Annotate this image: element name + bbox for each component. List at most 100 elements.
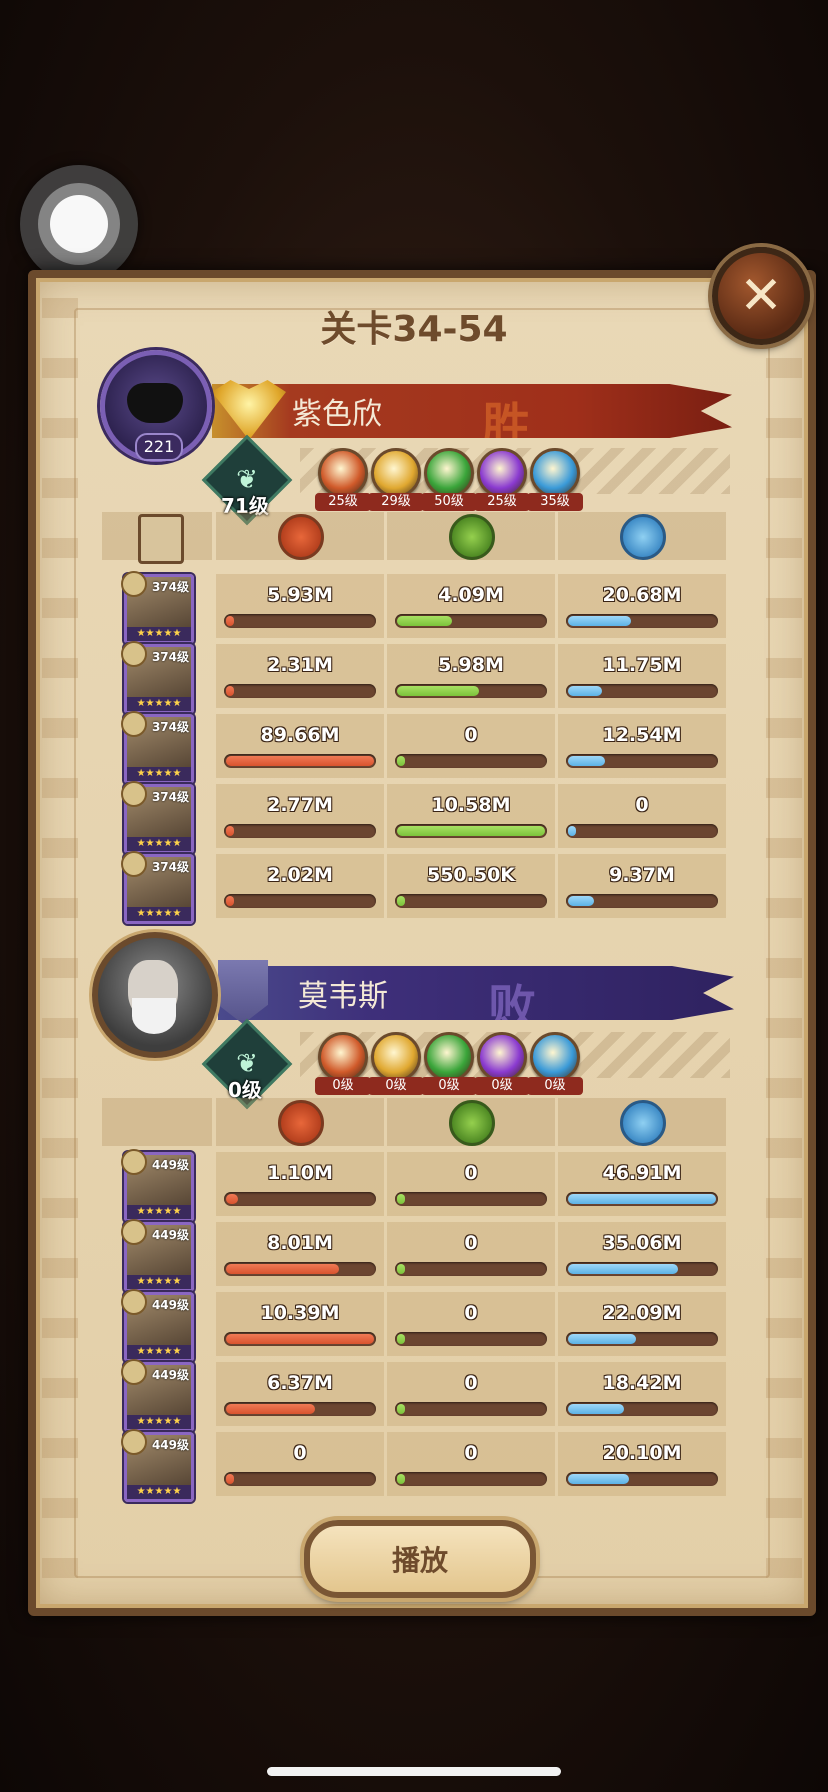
stat-bar-shield (566, 894, 718, 908)
hero-portrait[interactable]: 374级 ★★★★★ (121, 571, 194, 644)
stat-bar-fill-heal (397, 1264, 405, 1274)
star-rating-icon: ★★★★★ (127, 907, 191, 921)
signature-item-icon (121, 641, 147, 667)
star-rating-icon: ★★★★★ (127, 767, 191, 781)
stat-bar-heal (395, 1472, 547, 1486)
stat-bar-shield (566, 1472, 718, 1486)
stat-cell-shield: 22.09M (558, 1292, 726, 1356)
stat-bar-fill-heal (397, 616, 452, 626)
table-header-cell (102, 512, 212, 564)
star-rating-icon: ★★★★★ (127, 1485, 191, 1499)
stat-cell-heal: 550.50K (387, 854, 555, 918)
play-button[interactable]: 播放 (304, 1520, 536, 1598)
signature-item-icon (121, 1149, 147, 1175)
doc-icon[interactable] (138, 514, 184, 564)
hero-level: 374级 (151, 720, 189, 734)
hero-portrait[interactable]: 374级 ★★★★★ (121, 641, 194, 714)
stat-bar-heal (395, 1192, 547, 1206)
shield-icon (620, 514, 666, 560)
hero-level: 374级 (151, 860, 189, 874)
faction-level: 0级 (527, 1077, 583, 1095)
hero-portrait[interactable]: 374级 ★★★★★ (121, 781, 194, 854)
home-indicator[interactable] (267, 1767, 561, 1776)
stat-cell-dmg: 6.37M (216, 1362, 384, 1426)
shield-icon (620, 1100, 666, 1146)
panel-border-decoration (766, 298, 802, 1588)
stat-bar-heal (395, 1262, 547, 1276)
faction-mauler-icon: 29级 (368, 448, 424, 511)
hero-portrait[interactable]: 374级 ★★★★★ (121, 851, 194, 924)
faction-level: 0级 (315, 1077, 371, 1095)
stat-value-heal: 0 (464, 1302, 478, 1324)
stat-bar-heal (395, 684, 547, 698)
stat-cell-dmg: 10.39M (216, 1292, 384, 1356)
heart-hands-icon (127, 383, 183, 423)
stat-bar-fill-dmg (226, 1194, 239, 1204)
stat-value-heal: 0 (464, 724, 478, 746)
stat-value-dmg: 5.93M (267, 584, 333, 606)
faction-level: 25级 (474, 493, 530, 511)
star-rating-icon: ★★★★★ (127, 627, 191, 641)
stat-bar-fill-heal (397, 1194, 405, 1204)
stat-cell-heal: 0 (387, 714, 555, 778)
stat-cell-shield: 20.10M (558, 1432, 726, 1496)
stat-value-heal: 4.09M (438, 584, 504, 606)
stat-value-heal: 0 (464, 1162, 478, 1184)
hero-portrait[interactable]: 449级 ★★★★★ (121, 1429, 194, 1502)
stat-bar-fill-dmg (226, 616, 234, 626)
stat-bar-shield (566, 824, 718, 838)
hero-portrait[interactable]: 449级 ★★★★★ (121, 1149, 194, 1222)
stat-cell-dmg: 2.02M (216, 854, 384, 918)
stat-bar-shield (566, 684, 718, 698)
team1-name: 紫色欣 (292, 397, 382, 432)
stat-cell-dmg: 89.66M (216, 714, 384, 778)
table-header-cell (558, 512, 726, 560)
stat-bar-dmg (224, 824, 376, 838)
hero-level: 449级 (151, 1228, 189, 1242)
team1-avatar[interactable]: 221 (100, 350, 212, 462)
stat-bar-dmg (224, 684, 376, 698)
hero-portrait[interactable]: 449级 ★★★★★ (121, 1289, 194, 1362)
stat-bar-heal (395, 754, 547, 768)
faction-level: 0级 (474, 1077, 530, 1095)
stat-cell-heal: 0 (387, 1432, 555, 1496)
stat-bar-fill-dmg (226, 686, 234, 696)
stat-value-shield: 20.68M (602, 584, 682, 606)
stat-value-dmg: 6.37M (267, 1372, 333, 1394)
faction-wilder-icon: 50级 (421, 448, 477, 511)
stat-bar-fill-shield (568, 1194, 716, 1204)
team2-avatar[interactable] (92, 932, 218, 1058)
signature-item-icon (121, 571, 147, 597)
stat-bar-fill-dmg (226, 1474, 234, 1484)
stat-bar-fill-shield (568, 896, 595, 906)
hero-portrait[interactable]: 449级 ★★★★★ (121, 1359, 194, 1432)
hero-level: 374级 (151, 580, 189, 594)
stat-bar-fill-dmg (226, 1404, 316, 1414)
team1-banner: 紫色欣 胜 (212, 384, 732, 438)
stat-cell-heal: 4.09M (387, 574, 555, 638)
faction-lightbearer-icon: 25级 (315, 448, 371, 511)
table-header-cell (216, 512, 384, 560)
stat-bar-fill-heal (397, 826, 545, 836)
stat-value-shield: 11.75M (602, 654, 682, 676)
stat-value-shield: 22.09M (602, 1302, 682, 1324)
stat-bar-fill-dmg (226, 826, 234, 836)
assistive-touch-button[interactable] (20, 165, 138, 283)
stat-cell-shield: 0 (558, 784, 726, 848)
hero-level: 449级 (151, 1298, 189, 1312)
stat-bar-fill-shield (568, 616, 631, 626)
hero-level: 374级 (151, 790, 189, 804)
signature-item-icon (121, 1219, 147, 1245)
stat-cell-shield: 35.06M (558, 1222, 726, 1286)
hero-portrait[interactable]: 449级 ★★★★★ (121, 1219, 194, 1292)
faction-celestial-icon: 0级 (527, 1032, 583, 1095)
damage-icon (278, 1100, 324, 1146)
hero-portrait[interactable]: 374级 ★★★★★ (121, 711, 194, 784)
stat-cell-shield: 20.68M (558, 574, 726, 638)
stat-bar-fill-shield (568, 1404, 624, 1414)
stat-cell-shield: 11.75M (558, 644, 726, 708)
stat-cell-shield: 46.91M (558, 1152, 726, 1216)
signature-item-icon (121, 781, 147, 807)
stat-value-dmg: 2.31M (267, 654, 333, 676)
table-header-cell (102, 1098, 212, 1146)
